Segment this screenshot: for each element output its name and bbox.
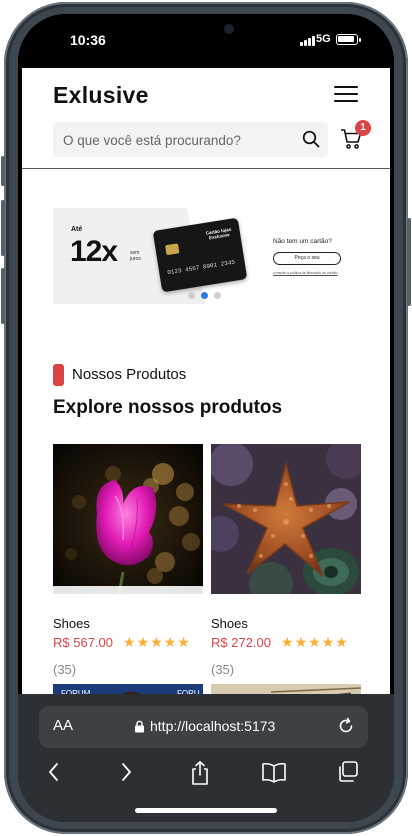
section-tag-marker [53,364,64,386]
url-text[interactable]: http://localhost:5173 [150,718,275,734]
volume-down-button-2 [1,268,5,324]
star-icon: ★ [123,634,136,650]
star-icon: ★ [294,634,308,650]
status-time: 10:36 [70,32,106,48]
network-label: 5G [316,33,331,45]
star-icon: ★ [308,634,321,650]
product-rating: ★ ★ ★ ★ ★ [281,635,348,649]
banner-installments: 12x [70,235,118,268]
promo-banner[interactable]: Até 12x sem juros Cartão lojas Exclusive… [53,208,363,318]
product-rating: ★ ★ ★ ★ ★ [123,635,190,649]
hamburger-menu-icon[interactable] [334,84,358,104]
banner-no-card-text: Não tem um cartão? [273,238,332,245]
home-indicator[interactable] [135,808,277,813]
star-icon: ★ [150,634,163,650]
text-size-label: AA [53,717,74,734]
browser-nav-bar [18,760,394,790]
star-icon: ★ [163,634,177,650]
volume-down-button [1,200,5,256]
text-size-button[interactable]: AA [53,717,73,734]
reload-icon[interactable] [336,716,356,736]
camera-icon [224,24,234,34]
carousel-dots [188,292,221,299]
forward-icon[interactable] [116,760,136,784]
product-price: R$ 272.00 [211,635,271,650]
product-image-starfish[interactable] [211,444,361,594]
product-name[interactable]: Shoes [53,616,90,631]
site-header: Exlusive 1 [22,68,390,169]
credit-card-image: Cartão lojas Exclusive 0123 4567 8901 23… [152,217,248,293]
web-page: Exlusive 1 Até 12x sem j [22,68,390,710]
star-icon: ★ [321,634,335,650]
site-logo[interactable]: Exlusive [53,82,149,109]
banner-policy-link[interactable]: consulte a política de liberação de créd… [273,271,353,275]
product-image-flower[interactable] [53,444,203,594]
banner-prefix: Até [71,226,83,233]
search-bar [53,122,328,157]
power-button [407,218,411,306]
star-icon: ★ [136,634,150,650]
browser-toolbar: AA http://localhost:5173 [18,694,394,822]
lock-icon [135,720,144,733]
product-review-count: (35) [53,662,77,677]
product-price: R$ 567.00 [53,635,113,650]
card-chip-icon [165,243,180,256]
card-name: Cartão lojas Exclusive [205,226,232,241]
carousel-dot[interactable] [188,292,195,299]
address-bar[interactable]: AA http://localhost:5173 [39,706,368,748]
product-review-count: (35) [211,662,235,677]
volume-up-button [1,156,5,186]
signal-icon [300,36,315,46]
star-icon: ★ [177,634,190,650]
banner-cta-button[interactable]: Peça o seu [273,252,341,265]
star-icon: ★ [281,634,294,650]
product-name[interactable]: Shoes [211,616,248,631]
battery-icon [336,34,361,45]
star-icon: ★ [335,634,348,650]
tabs-icon[interactable] [336,760,360,784]
carousel-dot[interactable] [214,292,221,299]
section-title: Explore nossos produtos [53,397,283,418]
cart-count-badge: 1 [355,120,371,136]
status-bar: 10:36 5G [18,14,394,68]
carousel-dot-active[interactable] [201,292,208,299]
search-icon[interactable] [302,130,320,148]
card-number: 0123 4567 8901 2345 [166,258,236,277]
search-input[interactable] [63,130,288,150]
section-tag: Nossos Produtos [72,366,187,383]
bookmarks-icon[interactable] [261,760,287,784]
back-icon[interactable] [44,760,64,784]
banner-suffix: sem juros [130,250,141,262]
phone-screen: 10:36 5G Exlusive O que você está procur… [18,14,394,822]
notch [136,14,276,46]
share-icon[interactable] [189,760,211,786]
